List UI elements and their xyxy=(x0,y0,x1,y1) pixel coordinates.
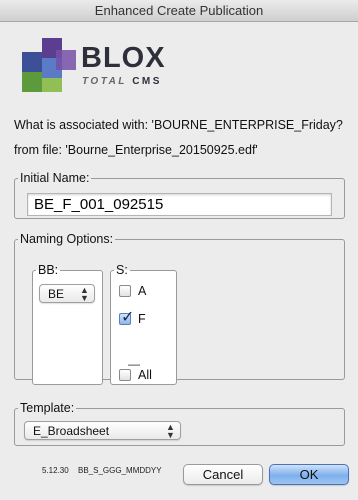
s-legend: S: xyxy=(116,263,128,277)
bb-group: BB: BE ▲ ▼ xyxy=(32,263,103,385)
logo-cube-green xyxy=(22,72,42,92)
initial-name-legend: Initial Name: xyxy=(20,171,90,185)
checkbox-f-label: F xyxy=(138,312,146,326)
checkbox-f[interactable]: ✓ xyxy=(119,309,134,326)
window-title: Enhanced Create Publication xyxy=(94,3,264,18)
blox-logo: BLOX TOTAL CMS xyxy=(22,38,182,94)
template-select[interactable]: E_Broadsheet ▲ ▼ xyxy=(24,421,181,440)
version-label: 5.12.30 xyxy=(42,466,69,475)
template-legend: Template: xyxy=(20,401,75,415)
template-group: Template: E_Broadsheet ▲ ▼ xyxy=(14,401,345,446)
checkbox-all-label: All xyxy=(138,368,152,382)
from-file-text: from file: 'Bourne_Enterprise_20150925.e… xyxy=(14,143,258,157)
logo-sub-cms: CMS xyxy=(132,76,162,87)
bb-select[interactable]: BE ▲ ▼ xyxy=(39,284,95,303)
template-select-value: E_Broadsheet xyxy=(33,424,110,438)
logo-sub-total: TOTAL xyxy=(82,76,127,87)
initial-name-input[interactable] xyxy=(27,193,332,216)
ok-button[interactable]: OK xyxy=(269,464,349,485)
updown-arrows-icon: ▲ ▼ xyxy=(80,285,89,303)
logo-cube-lightgreen xyxy=(42,78,62,92)
checkbox-all[interactable] xyxy=(119,369,131,381)
cubes-logo-icon xyxy=(22,38,76,92)
checkbox-a[interactable] xyxy=(119,285,131,297)
format-label: BB_S_GGG_MMDDYY xyxy=(78,466,162,475)
naming-options-group: Naming Options: BB: BE ▲ ▼ S: A ✓ F — All xyxy=(14,232,345,385)
title-bar: Enhanced Create Publication xyxy=(0,0,358,22)
logo-cube-violet xyxy=(56,50,76,70)
cancel-button[interactable]: Cancel xyxy=(183,464,263,485)
s-group: S: A ✓ F — All xyxy=(110,263,177,385)
updown-arrows-icon: ▲ ▼ xyxy=(166,422,175,440)
logo-cube-blue xyxy=(22,52,42,72)
initial-name-group: Initial Name: xyxy=(14,171,345,219)
checkbox-a-label: A xyxy=(138,284,147,298)
naming-options-legend: Naming Options: xyxy=(20,232,114,246)
associated-text: What is associated with: 'BOURNE_ENTERPR… xyxy=(14,118,343,132)
bb-select-value: BE xyxy=(48,287,65,301)
logo-subtitle: TOTAL CMS xyxy=(82,76,162,87)
checkmark-icon: ✓ xyxy=(121,309,135,326)
bb-legend: BB: xyxy=(38,263,59,277)
logo-wordmark: BLOX xyxy=(81,42,166,74)
